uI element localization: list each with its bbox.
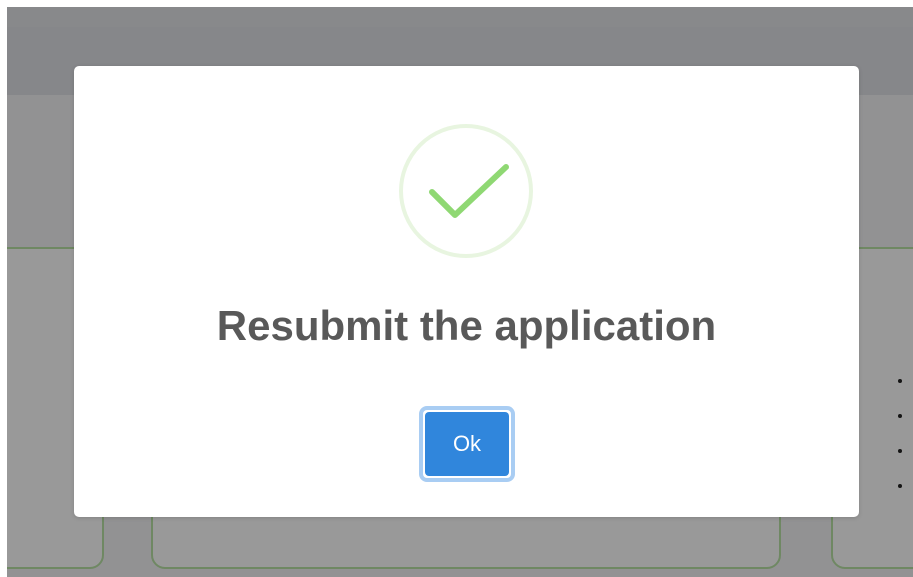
checkmark-icon — [429, 164, 509, 218]
ok-button[interactable]: Ok — [419, 406, 515, 482]
dialog-title: Resubmit the application — [216, 302, 717, 349]
confirmation-dialog: Resubmit the application Ok — [74, 66, 859, 517]
page-edge-top — [0, 0, 913, 7]
page-edge-left — [0, 0, 7, 577]
success-checkmark-icon — [399, 124, 533, 258]
ok-button-label: Ok — [425, 412, 509, 476]
page: Resubmit the application Ok — [0, 0, 913, 577]
